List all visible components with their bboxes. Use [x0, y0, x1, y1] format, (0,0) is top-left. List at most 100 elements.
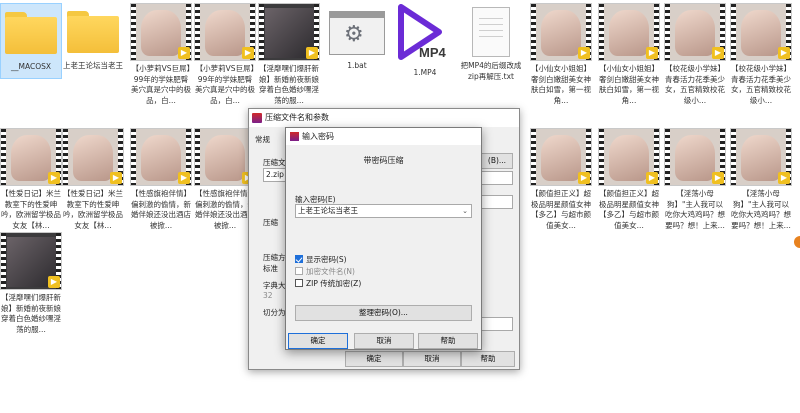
text-file-icon	[472, 7, 510, 57]
video-thumbnail: ▶	[730, 128, 792, 186]
password-ok-button[interactable]: 确定	[288, 333, 348, 349]
file-label: 【淫荡小母狗】"主人我可以吃你大鸡鸡吗？想要吗？想！上来...	[731, 189, 791, 230]
archive-name-dropdown[interactable]	[481, 171, 513, 185]
file-item[interactable]: ⚙ 1.bat	[326, 3, 388, 72]
file-label: 【小仙女小姐姐】奢剑白嫩甜美女神肤白如雪，第一视角...	[531, 64, 591, 105]
show-password-checkbox[interactable]	[295, 255, 303, 263]
video-badge-icon: ▶	[306, 47, 318, 59]
file-label: 上老王论坛当老王	[63, 61, 123, 70]
file-label: 【淫靡嘿们爆肝新娘】新婚前夜新娘穿着白色婚纱嘿淫荡的服...	[259, 64, 319, 105]
video-badge-icon: ▶	[778, 172, 790, 184]
password-dialog-titlebar[interactable]: 输入密码	[286, 128, 481, 145]
file-item[interactable]: ▶ 【校花级小学妹】青春活力花季美少女，五官精致校花级小...	[664, 3, 726, 106]
password-cancel-button[interactable]: 取消	[354, 333, 414, 349]
video-badge-icon: ▶	[110, 172, 122, 184]
video-badge-icon: ▶	[578, 172, 590, 184]
file-label: 【校花级小学妹】青春活力花季美少女，五官精致校花级小...	[665, 64, 725, 105]
tab-general[interactable]: 常规	[255, 134, 270, 145]
organize-passwords-button[interactable]: 整理密码(O)...	[295, 305, 472, 321]
archive-name-label: 压缩文	[263, 158, 286, 167]
file-label: 把MP4的后缀改成zip再解压.txt	[460, 61, 522, 81]
video-thumbnail: ▶	[258, 3, 320, 61]
video-thumbnail: ▶	[598, 3, 660, 61]
bat-file-icon: ⚙	[329, 11, 385, 55]
file-item[interactable]: ▶ 【性爱日记】米兰教室下的性爱呻吟，欧洲留学极品女友【林...	[0, 128, 62, 231]
password-input-value: 上老王论坛当老王	[298, 206, 358, 215]
format-label: 压缩方	[263, 253, 286, 262]
file-item[interactable]: ▶ 【小仙女小姐姐】奢剑白嫩甜美女神肤白如雪，第一视角...	[530, 3, 592, 106]
chevron-down-icon[interactable]: ⌄	[462, 205, 468, 217]
video-thumbnail: ▶	[664, 128, 726, 186]
video-badge-icon: ▶	[48, 276, 60, 288]
file-label: 【颜值担正义】超极品明星颜值女神【多乙】与超市颜值美女...	[599, 189, 659, 230]
video-thumbnail: ▶	[130, 3, 192, 61]
video-thumbnail: ▶	[194, 3, 256, 61]
file-item[interactable]: 把MP4的后缀改成zip再解压.txt	[460, 3, 522, 82]
video-badge-icon: ▶	[778, 47, 790, 59]
file-label: 【淫荡小母狗】"主人我可以吃你大鸡鸡吗？想要吗？想！上来...	[665, 189, 725, 230]
video-thumbnail: ▶	[530, 128, 592, 186]
password-input[interactable]: 上老王论坛当老王 ⌄	[295, 204, 472, 218]
show-password-label[interactable]: 显示密码(S)	[306, 254, 347, 265]
file-item[interactable]: ▶ 【性感旗袍伴情】偏刺激的偷情，新婚伴娘还没出酒店被掀...	[194, 128, 256, 231]
video-badge-icon: ▶	[646, 172, 658, 184]
video-badge-icon: ▶	[242, 47, 254, 59]
archive-ok-button[interactable]: 确定	[345, 351, 403, 367]
video-thumbnail: ▶	[530, 3, 592, 61]
file-label: 【性爱日记】米兰教室下的性爱呻吟，欧洲留学极品女友【林...	[1, 189, 61, 230]
file-item[interactable]: ▶ 【淫靡嘿们爆肝新娘】新婚前夜新娘穿着白色婚纱嘿淫荡的服...	[258, 3, 320, 106]
file-label: 【性感旗袍伴情】偏刺激的偷情，新婚伴娘还没出酒店被掀...	[195, 189, 255, 230]
file-item[interactable]: ▶ 【校花级小学妹】青春活力花季美少女，五官精致校花级小...	[730, 3, 792, 106]
video-badge-icon: ▶	[712, 172, 724, 184]
file-item[interactable]: ▶ 【颜值担正义】超极品明星颜值女神【多乙】与超市颜值美女...	[530, 128, 592, 231]
file-item[interactable]: ▶ 【淫荡小母狗】"主人我可以吃你大鸡鸡吗？想要吗？想！上来...	[664, 128, 726, 231]
encrypt-filenames-checkbox[interactable]	[295, 267, 303, 275]
file-item[interactable]: ▶ 【小仙女小姐姐】奢剑白嫩甜美女神肤白如雪，第一视角...	[598, 3, 660, 106]
file-item[interactable]: ▶ 【小萝莉VS巨屌】99年的学妹肥臀美穴真是穴中的极品，白...	[130, 3, 192, 106]
video-thumbnail: ▶	[664, 3, 726, 61]
file-item[interactable]: ▶ 【性感旗袍伴情】偏刺激的偷情，新婚伴娘还没出酒店被掀...	[130, 128, 192, 231]
password-help-button[interactable]: 帮助	[418, 333, 478, 349]
video-badge-icon: ▶	[646, 47, 658, 59]
file-label: 1.bat	[347, 61, 367, 70]
file-item[interactable]: ▶ 【淫靡嘿们爆肝新娘】新婚前夜新娘穿着白色婚纱嘿淫荡的服...	[0, 232, 62, 335]
gear-icon: ⚙	[344, 22, 364, 47]
archive-dialog-titlebar[interactable]: 压缩文件名和参数	[249, 109, 519, 127]
file-label: 【性感旗袍伴情】偏刺激的偷情，新婚伴娘还没出酒店被掀...	[131, 189, 191, 230]
file-item[interactable]: __MACOSX	[0, 3, 62, 79]
dictionary-label: 字典大	[263, 281, 286, 290]
video-thumbnail: ▶	[194, 128, 256, 186]
folder-icon	[5, 12, 57, 54]
zip-legacy-encryption-label[interactable]: ZIP 传统加密(Z)	[306, 278, 361, 289]
file-label: 1.MP4	[413, 68, 437, 77]
mp4-file-icon: MP4	[398, 4, 447, 60]
update-mode-dropdown[interactable]	[481, 195, 513, 209]
encrypt-filenames-label[interactable]: 加密文件名(N)	[306, 266, 355, 277]
split-dropdown[interactable]	[481, 317, 513, 331]
archive-cancel-button[interactable]: 取消	[403, 351, 461, 367]
video-thumbnail: ▶	[0, 232, 62, 290]
file-label: 【小萝莉VS巨屌】99年的学妹肥臀美穴真是穴中的极品，白...	[131, 64, 191, 105]
password-dialog-title: 输入密码	[302, 132, 334, 141]
dictionary-value[interactable]: 32	[263, 291, 273, 300]
file-label: 【性爱日记】米兰教室下的性爱呻吟，欧洲留学极品女友【林...	[63, 189, 123, 230]
archive-dialog-title: 压缩文件名和参数	[265, 113, 329, 122]
video-badge-icon: ▶	[712, 47, 724, 59]
password-dialog: 输入密码 带密码压缩 输入密码(E) 上老王论坛当老王 ⌄ 显示密码(S) 加密…	[285, 127, 482, 350]
folder-icon	[67, 11, 119, 53]
browse-button[interactable]: (B)...	[481, 153, 513, 169]
file-item[interactable]: 上老王论坛当老王	[62, 3, 124, 72]
edge-tab-icon[interactable]	[794, 236, 800, 248]
file-item[interactable]: ▶ 【颜值担正义】超极品明星颜值女神【多乙】与超市颜值美女...	[598, 128, 660, 231]
format-value[interactable]: 标准	[263, 263, 278, 274]
archive-help-button[interactable]: 帮助	[461, 351, 515, 367]
video-thumbnail: ▶	[730, 3, 792, 61]
file-item[interactable]: ▶ 【性爱日记】米兰教室下的性爱呻吟，欧洲留学极品女友【林...	[62, 128, 124, 231]
password-heading: 带密码压缩	[363, 156, 404, 165]
file-item[interactable]: ▶ 【小萝莉VS巨屌】99年的学妹肥臀美穴真是穴中的极品，白...	[194, 3, 256, 106]
video-badge-icon: ▶	[178, 172, 190, 184]
zip-legacy-encryption-checkbox[interactable]	[295, 279, 303, 287]
video-badge-icon: ▶	[48, 172, 60, 184]
file-item[interactable]: ▶ 【淫荡小母狗】"主人我可以吃你大鸡鸡吗？想要吗？想！上来...	[730, 128, 792, 231]
file-item[interactable]: MP4 1.MP4	[394, 3, 456, 79]
